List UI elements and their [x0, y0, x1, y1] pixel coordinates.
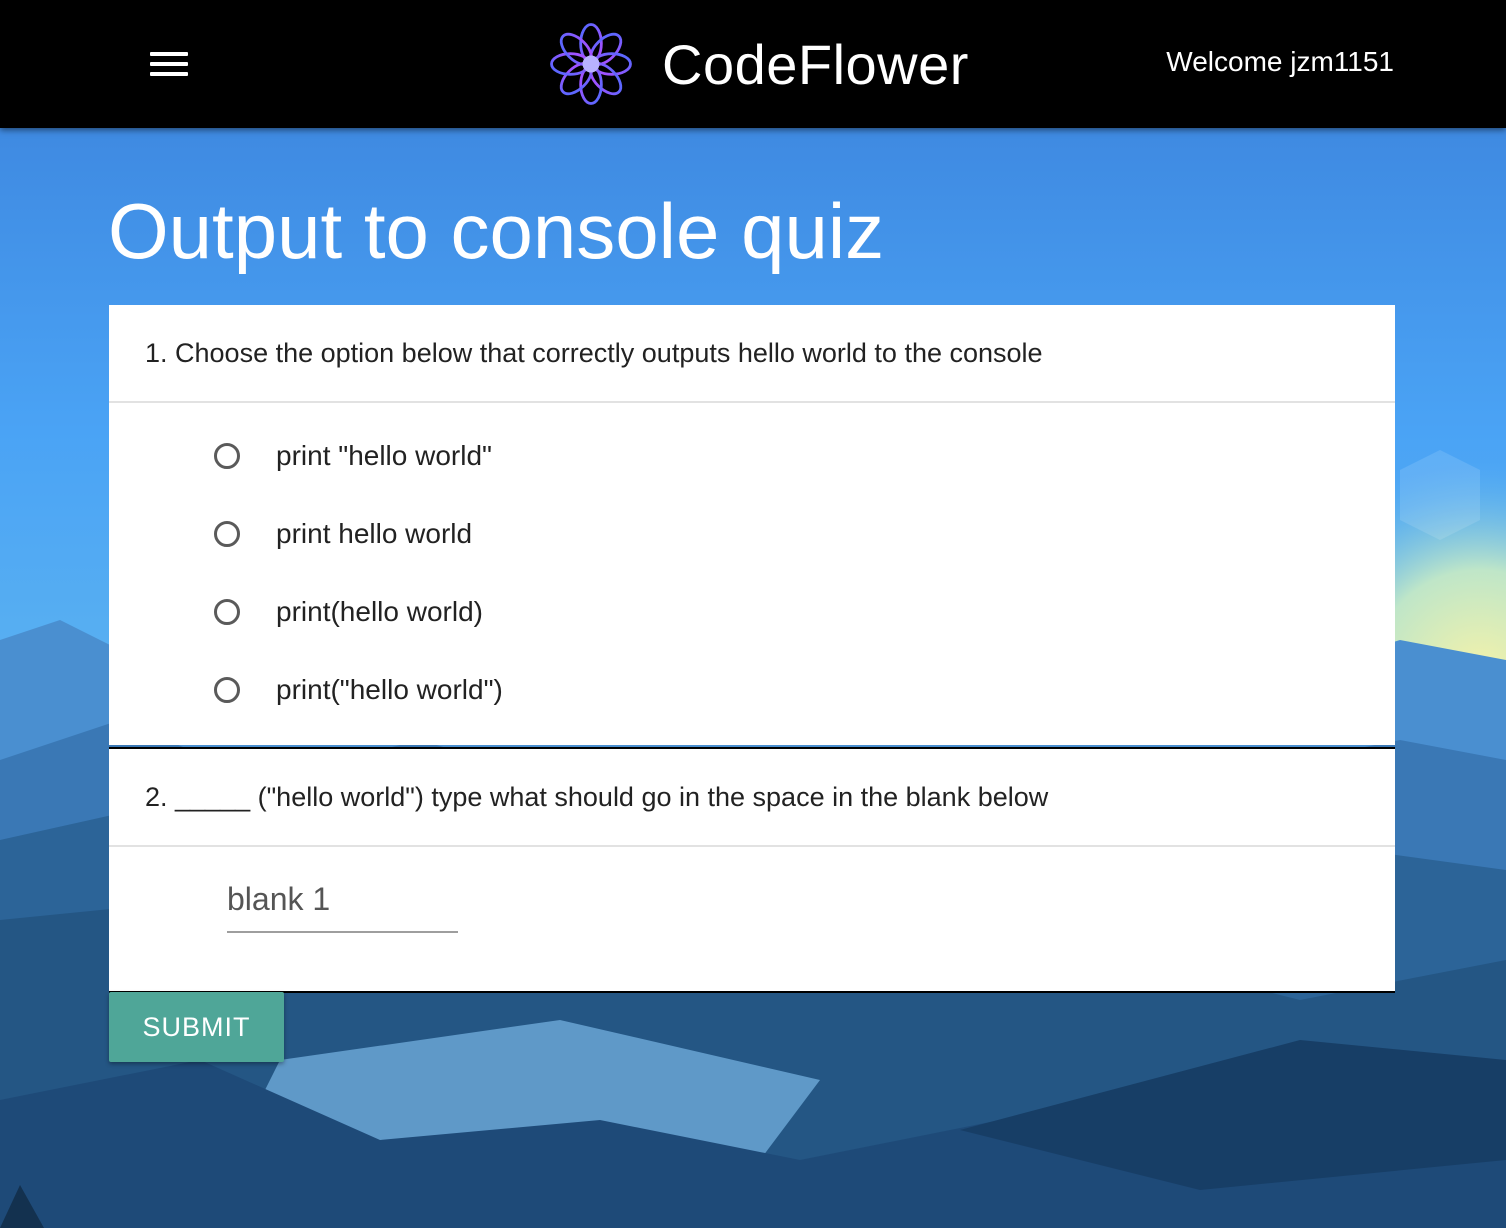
brand-name: CodeFlower — [662, 32, 969, 96]
option-label: print(hello world) — [276, 596, 483, 627]
flower-logo-icon — [550, 23, 632, 105]
blank-1-input[interactable] — [227, 867, 458, 933]
radio-button[interactable] — [214, 521, 240, 547]
radio-button[interactable] — [214, 677, 240, 703]
hamburger-menu-icon[interactable] — [150, 52, 188, 78]
top-navbar: CodeFlower Welcome jzm1151 — [0, 0, 1506, 128]
option-row[interactable]: print(hello world) — [109, 593, 1395, 671]
radio-button[interactable] — [214, 599, 240, 625]
answer-row — [109, 847, 1395, 987]
page-title: Output to console quiz — [108, 187, 885, 275]
submit-button[interactable]: SUBMIT — [109, 992, 284, 1062]
question-card-2: 2. _____ ("hello world") type what shoul… — [109, 747, 1395, 993]
question-text: 1. Choose the option below that correctl… — [109, 305, 1395, 403]
option-row[interactable]: print "hello world" — [109, 437, 1395, 515]
question-card-1: 1. Choose the option below that correctl… — [109, 305, 1395, 745]
radio-button[interactable] — [214, 443, 240, 469]
question-text: 2. _____ ("hello world") type what shoul… — [109, 749, 1395, 847]
option-label: print("hello world") — [276, 674, 503, 705]
option-row[interactable]: print hello world — [109, 515, 1395, 593]
option-label: print hello world — [276, 518, 473, 549]
option-list: print "hello world" print hello world pr… — [109, 403, 1395, 749]
welcome-text: Welcome jzm1151 — [1166, 46, 1394, 77]
brand[interactable]: CodeFlower — [544, 16, 969, 112]
option-label: print "hello world" — [276, 440, 492, 471]
option-row[interactable]: print("hello world") — [109, 671, 1395, 749]
